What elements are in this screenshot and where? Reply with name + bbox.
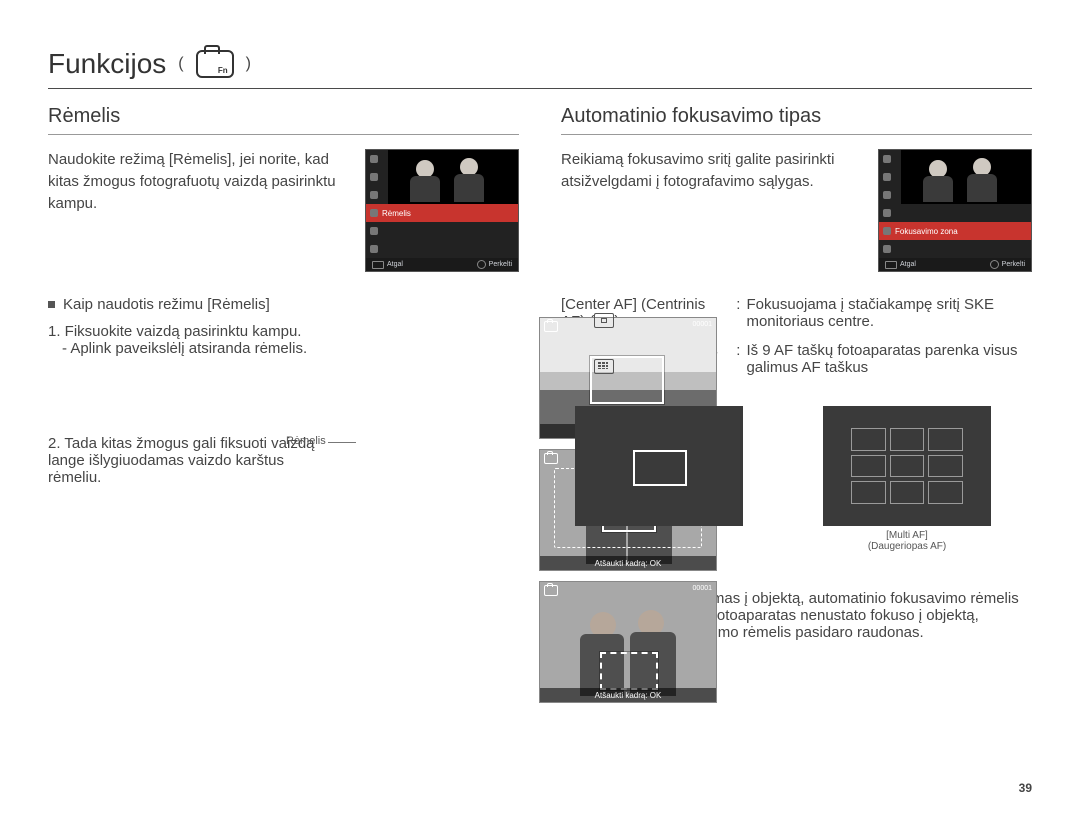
menu-selected-label: Fokusavimo zona [895,227,958,236]
colon: : [736,340,746,386]
menu-footer-left: Atgal [387,261,403,268]
menu-move-icon [990,260,999,269]
title-open-paren: ( [178,55,183,73]
shot-counter: 00001 [693,321,712,332]
right-heading-rule [561,134,1032,135]
menu-back-icon [885,261,897,269]
menu-icon [370,173,378,181]
af-center-desc: Fokusuojama į stačiakampę sritį SKE moni… [746,294,1032,340]
menu-icon [883,155,891,163]
menu-icon [883,245,891,253]
menu-move-icon [477,260,486,269]
menu-thumbnail-frame: Rėmelis Atgal Perkelti [365,149,519,272]
frame-label-line [328,442,356,443]
multi-af-icon [594,359,614,374]
shot-counter: 00001 [693,585,712,596]
page-title: Funkcijos [48,48,166,80]
multi-af-illustration [823,406,991,526]
menu-footer-left: Atgal [900,261,916,268]
menu-icon [370,155,378,163]
left-intro-text: Naudokite režimą [Rėmelis], jei norite, … [48,149,347,214]
mode-icon [544,321,558,332]
right-heading: Automatinio fokusavimo tipas [561,105,1032,128]
title-rule [48,88,1032,89]
left-heading-rule [48,134,519,135]
camera-screenshot-3: 00001 Atšaukti kadrą: OK [539,581,717,703]
menu-icon [370,191,378,199]
menu-back-icon [372,261,384,269]
mode-icon [544,585,558,596]
menu-icon [883,191,891,199]
menu-icon [370,209,378,217]
colon: : [736,294,746,340]
shot-footer: Atšaukti kadrą: OK [540,688,716,702]
right-intro-text: Reikiamą fokusavimo sritį galite pasirin… [561,149,860,193]
step1-sub: - Aplink paveikslėlį atsiranda rėmelis. [48,340,323,357]
menu-icon [883,209,891,217]
menu-icon [883,227,891,235]
af-multi-desc: Iš 9 AF taškų fotoaparatas parenka visus… [746,340,1032,386]
menu-thumbnail-af: Fokusavimo zona Atgal Perkelti [878,149,1032,272]
howto-heading: Kaip naudotis režimu [Rėmelis] [63,296,270,313]
menu-icon [370,227,378,235]
multi-af-caption: [Multi AF] (Daugeriopas AF) [823,530,991,552]
menu-footer-right: Perkelti [489,261,512,268]
frame-label: Rėmelis [286,435,326,447]
step2-text: 2. Tada kitas žmogus gali fiksuoti vaizd… [48,435,323,486]
center-af-illustration [575,406,743,526]
left-heading: Rėmelis [48,105,519,128]
page-number: 39 [1019,781,1032,795]
title-close-paren: ) [246,55,251,73]
shot-footer: Atšaukti kadrą: OK [540,556,716,570]
step1-text: 1. Fiksuokite vaizdą pasirinktu kampu. [48,323,323,340]
menu-icon [883,173,891,181]
menu-selected-label: Rėmelis [382,209,411,218]
mode-icon [544,453,558,464]
bullet-icon [48,301,55,308]
menu-footer-right: Perkelti [1002,261,1025,268]
center-af-icon [594,313,614,328]
menu-icon [370,245,378,253]
camera-fn-icon: Fn [196,50,234,78]
